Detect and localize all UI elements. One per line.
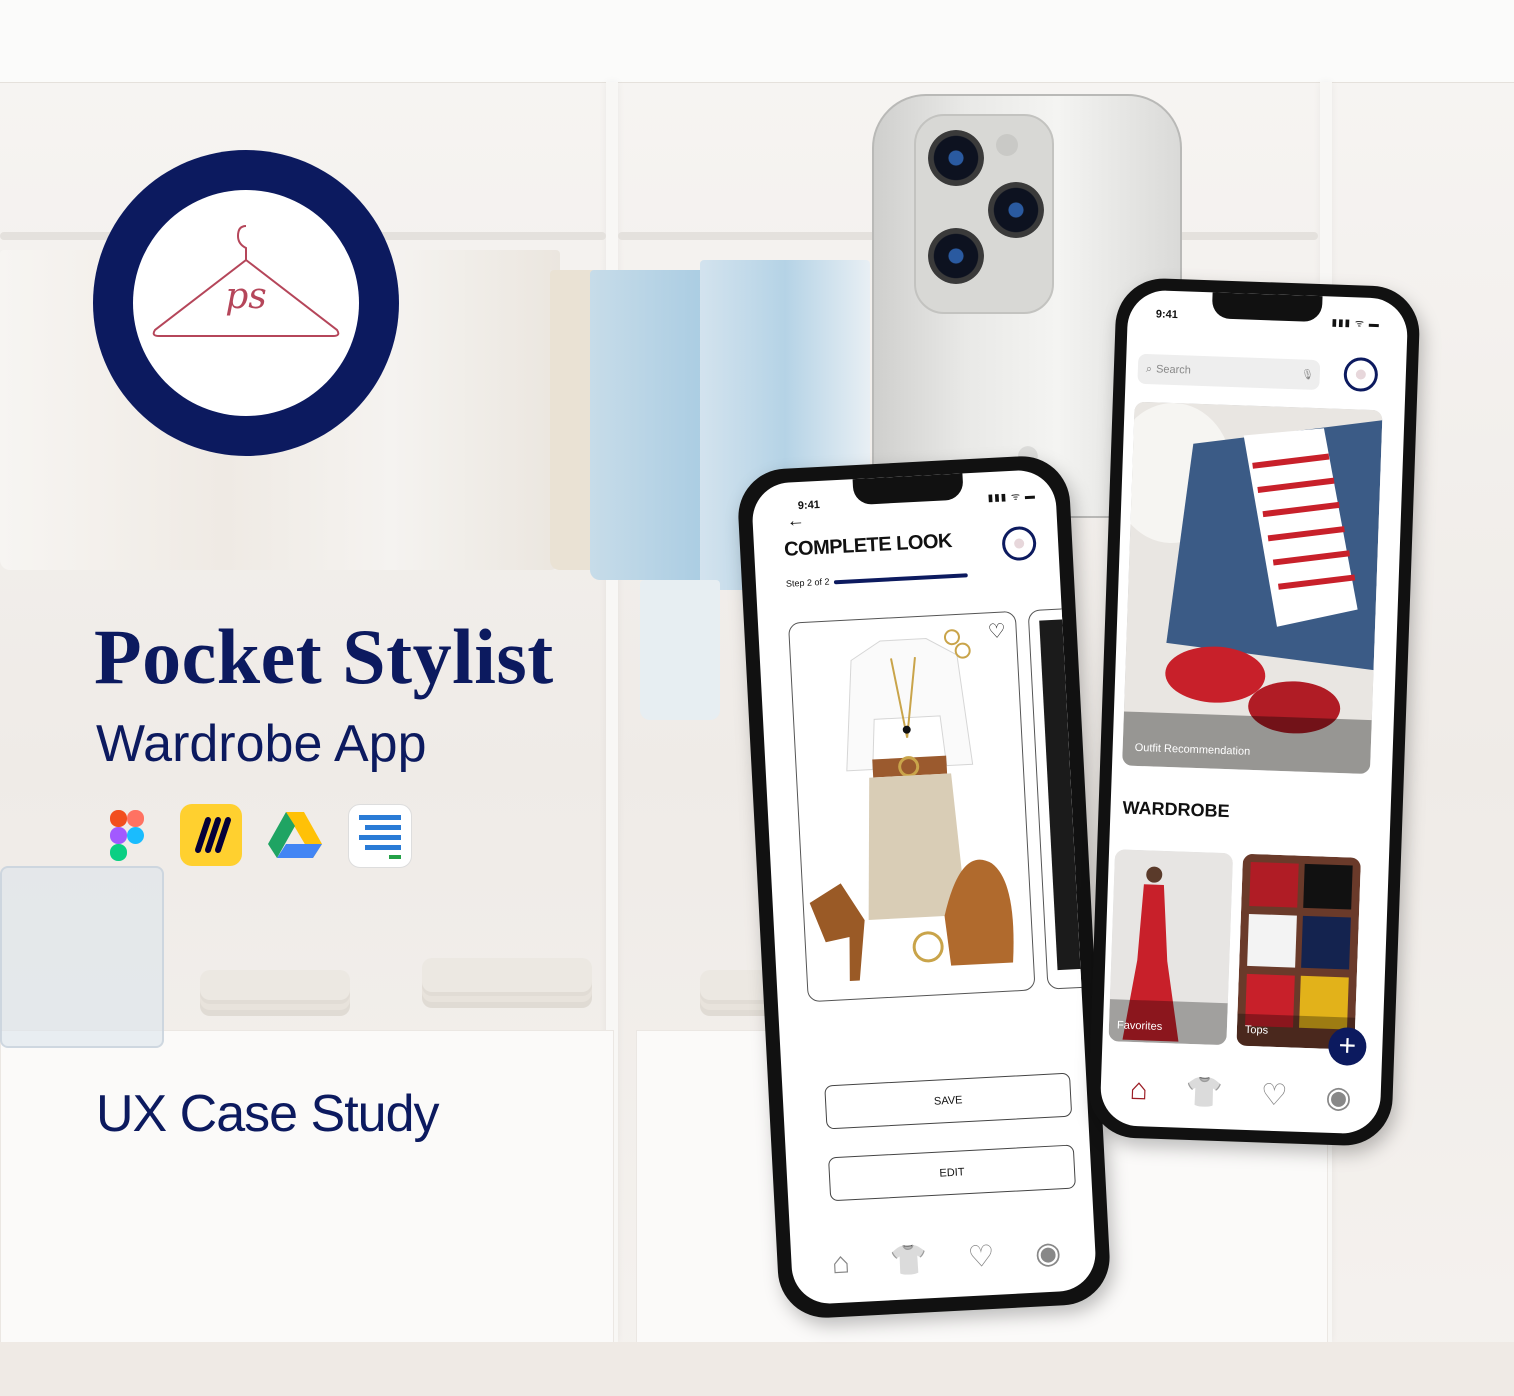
- favorite-heart-icon[interactable]: ♡: [987, 618, 1006, 644]
- phone-complete-look: 9:41 ▮▮▮ ᯤ ▬ ← COMPLETE LOOK Step 2 of 2…: [735, 453, 1113, 1321]
- camera-lens-icon: [928, 228, 984, 284]
- mic-icon[interactable]: 🎙: [1301, 369, 1314, 380]
- folded-clothes: [200, 970, 350, 1000]
- step-progress-bar: [833, 573, 968, 585]
- outfit-recommendation-card[interactable]: Outfit Recommendation: [1122, 401, 1383, 775]
- search-placeholder: Search: [1155, 363, 1192, 377]
- figma-icon: [96, 804, 158, 866]
- profile-avatar[interactable]: [1343, 356, 1379, 393]
- storage-box: [0, 866, 164, 1048]
- outfit-card[interactable]: ♡: [787, 610, 1036, 1003]
- favorites-photo: [1108, 849, 1234, 1046]
- back-arrow-icon[interactable]: ←: [786, 510, 805, 532]
- miro-icon: [180, 804, 242, 866]
- wardrobe-tile-tops[interactable]: Tops: [1236, 853, 1361, 1050]
- recommendation-photo: [1122, 401, 1383, 775]
- profile-icon[interactable]: ◉: [1034, 1235, 1062, 1271]
- camera-module: [914, 114, 1054, 314]
- top-shelf: [0, 0, 1514, 83]
- brand-logo: ps: [93, 150, 399, 456]
- wardrobe-heading: WARDROBE: [1122, 797, 1230, 822]
- status-time: 9:41: [1155, 308, 1179, 322]
- profile-icon[interactable]: ◉: [1325, 1079, 1352, 1115]
- phone-notch: [1211, 292, 1323, 323]
- shirt-icon[interactable]: 👕: [889, 1242, 928, 1279]
- google-drive-icon: [264, 804, 326, 866]
- floor: [0, 1342, 1514, 1396]
- flash: [996, 134, 1018, 156]
- heart-icon[interactable]: ♡: [1260, 1077, 1288, 1113]
- tools-row: [96, 804, 412, 868]
- bottom-nav: ⌂ 👕 ♡ ◉: [810, 1228, 1082, 1288]
- wardrobe-tile-favorites[interactable]: Favorites: [1108, 849, 1234, 1046]
- heart-icon[interactable]: ♡: [967, 1238, 996, 1274]
- outfit-illustration: [809, 629, 1014, 982]
- home-icon[interactable]: ⌂: [1129, 1073, 1148, 1108]
- tile-label: Tops: [1244, 1023, 1269, 1037]
- edit-button[interactable]: EDIT: [828, 1144, 1076, 1202]
- status-icons: ▮▮▮ ᯤ ▬: [1331, 317, 1380, 331]
- tops-photo: [1236, 853, 1361, 1050]
- add-item-button[interactable]: +: [1327, 1026, 1368, 1067]
- search-icon: ⌕: [1145, 362, 1153, 375]
- app-title: Pocket Stylist: [94, 613, 554, 700]
- drawer-unit: [0, 1030, 614, 1344]
- home-icon[interactable]: ⌂: [831, 1246, 851, 1281]
- camera-lens-icon: [988, 182, 1044, 238]
- shirt-icon[interactable]: 👕: [1185, 1074, 1224, 1110]
- camera-lens-icon: [928, 130, 984, 186]
- phone-home: 9:41 ▮▮▮ ᯤ ▬ ⌕ Search 🎙 Outfit Recommend…: [1087, 276, 1421, 1148]
- folded-clothes: [422, 958, 592, 992]
- notes-list-icon: [348, 804, 412, 868]
- logo-monogram: ps: [225, 276, 267, 317]
- bottom-nav: ⌂ 👕 ♡ ◉: [1110, 1067, 1371, 1120]
- tile-label: Favorites: [1116, 1019, 1163, 1033]
- page-title: COMPLETE LOOK: [783, 530, 953, 561]
- status-icons: ▮▮▮ ᯤ ▬: [987, 490, 1037, 505]
- phone-notch: [852, 473, 964, 506]
- save-button[interactable]: SAVE: [824, 1072, 1073, 1130]
- app-subtitle: Wardrobe App: [96, 715, 427, 773]
- profile-avatar[interactable]: [1001, 525, 1038, 562]
- step-indicator: Step 2 of 2: [785, 576, 830, 589]
- case-study-label: UX Case Study: [96, 1085, 439, 1143]
- search-input[interactable]: ⌕ Search 🎙: [1137, 353, 1321, 391]
